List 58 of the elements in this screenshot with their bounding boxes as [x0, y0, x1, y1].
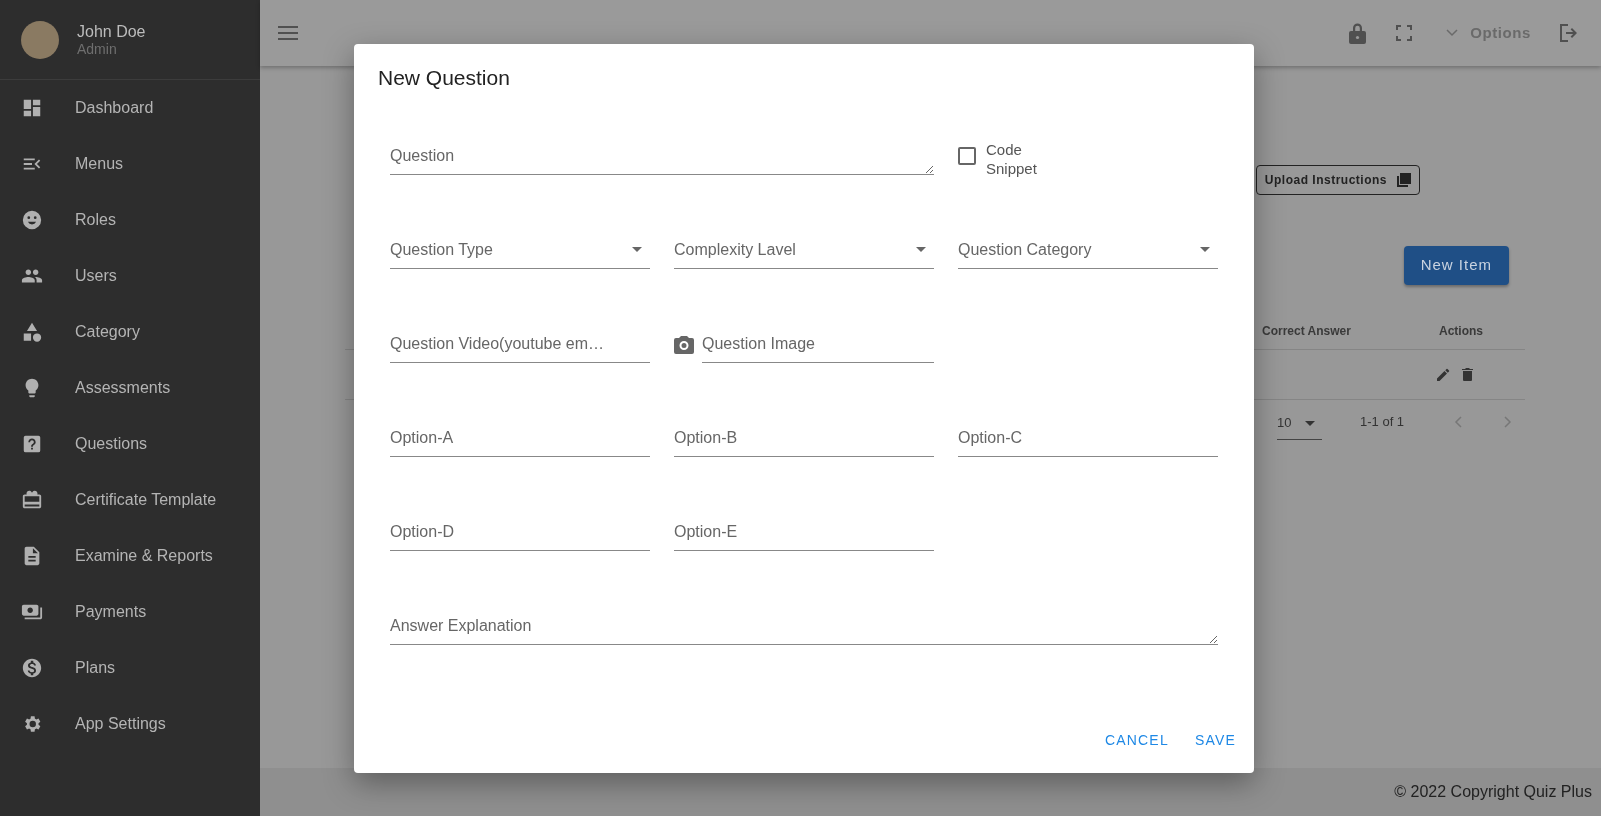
- dropdown-field[interactable]: Complexity Lavel: [674, 233, 934, 269]
- new-item-button[interactable]: New Item: [1403, 246, 1509, 285]
- fullscreen-icon[interactable]: [1396, 25, 1413, 41]
- delete-icon[interactable]: [1462, 367, 1473, 381]
- user-role: Admin: [77, 40, 118, 58]
- upload-instructions-button[interactable]: Upload Instructions: [1255, 165, 1420, 195]
- pdf-icon: [1397, 173, 1411, 187]
- dialog-action-button[interactable]: SAVE: [1184, 724, 1246, 757]
- camera-icon[interactable]: [674, 336, 694, 354]
- sidebar-item[interactable]: Menus: [0, 136, 260, 192]
- user-avatar: [21, 20, 59, 59]
- checkbox-label: Code Snippet: [986, 139, 1038, 179]
- sidebar-item[interactable]: Category: [0, 304, 260, 360]
- text-area-field[interactable]: Answer Explanation: [390, 609, 1218, 645]
- text-input-field[interactable]: Option-D: [390, 515, 650, 551]
- rows-per-page-select[interactable]: 10: [1277, 409, 1322, 440]
- dashboard-icon: [21, 97, 43, 119]
- text-area-field[interactable]: Question: [390, 139, 934, 175]
- copyright-text: © 2022 Copyright Quiz Plus: [1394, 782, 1592, 802]
- sidebar-item[interactable]: Plans: [0, 640, 260, 696]
- column-header: Actions: [1439, 322, 1483, 340]
- pagination-range: 1-1 of 1: [1360, 412, 1405, 431]
- dropdown-field[interactable]: Question Category: [958, 233, 1218, 269]
- caret-icon: [1200, 247, 1210, 252]
- sidebar-item[interactable]: Certificate Template: [0, 472, 260, 528]
- gift-card-icon: [21, 489, 43, 511]
- sidebar-item[interactable]: Users: [0, 248, 260, 304]
- text-input-field[interactable]: Question Video(youtube em…: [390, 327, 650, 363]
- menu-icon[interactable]: [278, 26, 298, 40]
- shapes-icon: [21, 321, 43, 343]
- dropdown-field[interactable]: Question Type: [390, 233, 650, 269]
- image-input-field[interactable]: Question Image: [702, 327, 934, 363]
- help-icon: [21, 433, 43, 455]
- user-name: John Doe: [77, 21, 146, 41]
- sidebar-item[interactable]: Roles: [0, 192, 260, 248]
- text-input-field[interactable]: Option-E: [674, 515, 934, 551]
- text-input-field[interactable]: Option-A: [390, 421, 650, 457]
- lock-icon[interactable]: [1349, 22, 1367, 44]
- column-header: Correct Answer: [1262, 322, 1352, 340]
- caret-icon: [632, 247, 642, 252]
- chevron-left-icon[interactable]: [1454, 415, 1463, 428]
- face-icon: [21, 209, 43, 231]
- caret-icon: [916, 247, 926, 252]
- sidebar-item[interactable]: Assessments: [0, 360, 260, 416]
- sidebar-item[interactable]: App Settings: [0, 696, 260, 752]
- sidebar-item[interactable]: Dashboard: [0, 80, 260, 136]
- checkbox[interactable]: [958, 146, 976, 165]
- text-input-field[interactable]: Option-B: [674, 421, 934, 457]
- dialog-title: New Question: [377, 65, 511, 91]
- text-input-field[interactable]: Option-C: [958, 421, 1218, 457]
- sidebar-item[interactable]: Payments: [0, 584, 260, 640]
- sidebar-item[interactable]: Examine & Reports: [0, 528, 260, 584]
- chevron-right-icon[interactable]: [1504, 415, 1513, 428]
- chevron-down-icon: [1446, 29, 1459, 37]
- dialog-action-button[interactable]: CANCEL: [1094, 724, 1179, 757]
- caret-icon: [1305, 420, 1316, 426]
- sidebar-item[interactable]: Questions: [0, 416, 260, 472]
- edit-icon[interactable]: [1437, 367, 1450, 381]
